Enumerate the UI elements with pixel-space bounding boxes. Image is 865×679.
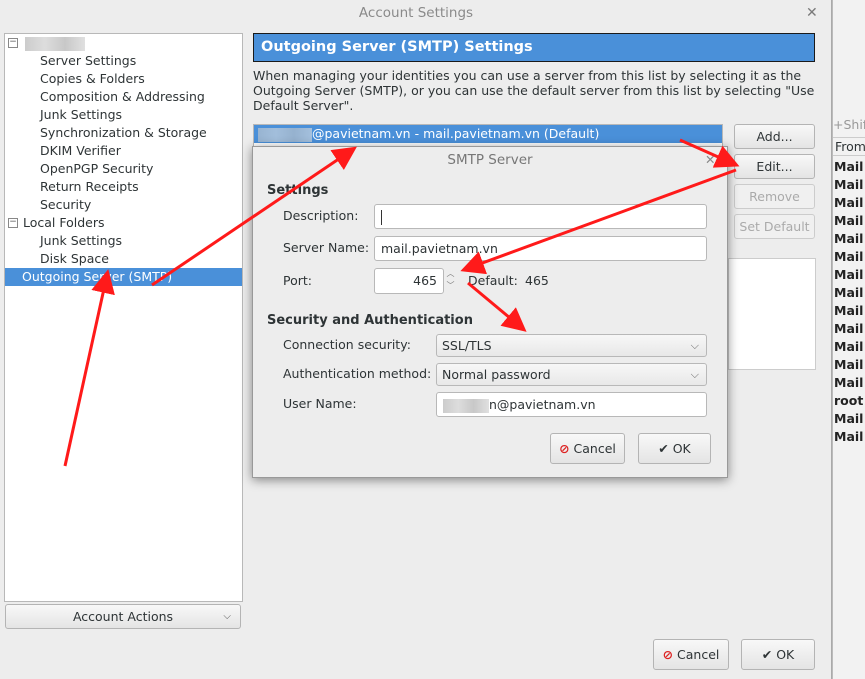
arrow-to-security [467,281,527,332]
arrow-to-edit-button [679,138,740,168]
arrow-to-port [460,168,737,275]
annotation-arrows [63,138,740,467]
arrow-to-server-entry [151,146,357,287]
arrow-to-outgoing-server [63,269,115,467]
